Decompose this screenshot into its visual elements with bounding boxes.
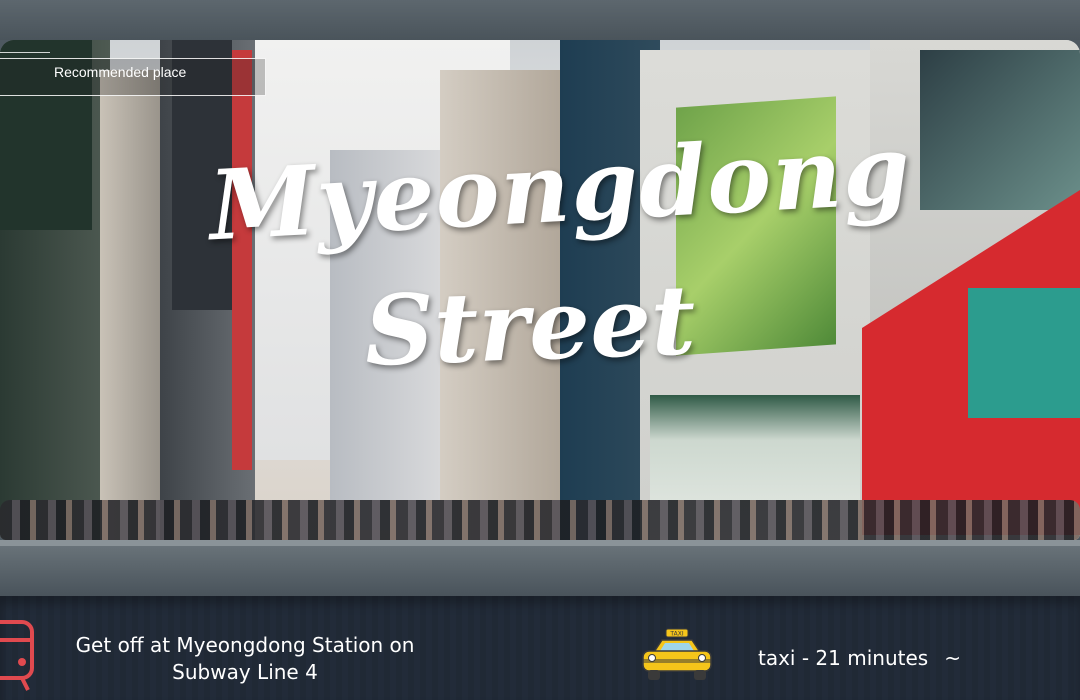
place-title: Myeongdong Street [0, 113, 1080, 388]
bus-icon [0, 620, 34, 691]
svg-text:TAXI: TAXI [669, 631, 683, 638]
sill-edge [0, 540, 1080, 546]
bus-window-frame-top [0, 0, 1080, 40]
title-line-2: Street [362, 263, 698, 388]
subway-directions: Get off at Myeongdong Station on Subway … [75, 633, 415, 684]
crowd [0, 500, 1080, 540]
window-sill [0, 540, 1080, 598]
taxi-time: taxi - 21 minutes [758, 646, 929, 670]
taxi-icon: TAXI [642, 628, 712, 680]
taxi-directions: taxi - 21 minutes ~ [758, 646, 961, 670]
label-line [0, 52, 50, 53]
taxi-tilde: ~ [944, 646, 961, 670]
recommended-label: Recommended place [54, 64, 187, 80]
